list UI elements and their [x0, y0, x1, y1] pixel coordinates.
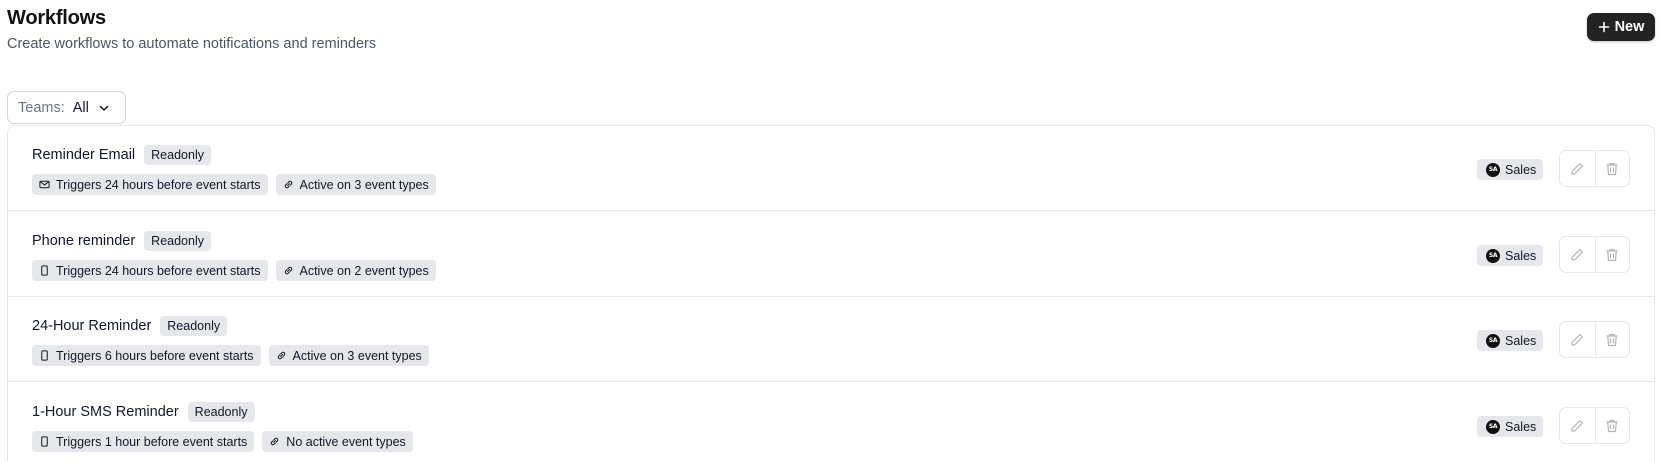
plus-icon — [1598, 21, 1609, 33]
pencil-icon — [1571, 248, 1584, 261]
trigger-chip: Triggers 6 hours before event starts — [32, 345, 261, 366]
link-icon — [277, 351, 285, 360]
trigger-text: Triggers 6 hours before event starts — [56, 348, 254, 363]
readonly-badge: Readonly — [144, 231, 211, 251]
trigger-chip: Triggers 1 hour before event starts — [32, 431, 255, 452]
row-actions — [1559, 150, 1630, 187]
pencil-icon — [1571, 333, 1584, 346]
edit-button[interactable] — [1560, 408, 1595, 443]
delete-button[interactable] — [1594, 237, 1630, 272]
trash-icon — [1606, 248, 1618, 261]
active-text: Active on 3 event types — [292, 348, 422, 363]
workflow-name[interactable]: 1-Hour SMS Reminder — [32, 404, 179, 420]
readonly-badge: Readonly — [160, 316, 228, 336]
team-avatar: SA — [1486, 419, 1500, 434]
link-icon — [284, 266, 292, 275]
active-text: No active event types — [286, 434, 406, 449]
pencil-icon — [1571, 419, 1584, 432]
row-actions — [1559, 321, 1630, 358]
workflow-row[interactable]: 24-Hour Reminder Readonly Triggers 6 hou… — [8, 297, 1654, 382]
page-title: Workflows — [7, 7, 106, 29]
new-button-label: New — [1614, 19, 1645, 35]
new-workflow-button[interactable]: New — [1587, 13, 1655, 41]
trigger-text: Triggers 1 hour before event starts — [56, 434, 248, 449]
active-event-types-chip: Active on 3 event types — [268, 345, 429, 366]
team-avatar: SA — [1486, 333, 1500, 348]
team-avatar: SA — [1486, 248, 1500, 263]
team-name: Sales — [1505, 162, 1537, 177]
delete-button[interactable] — [1594, 322, 1630, 357]
workflow-list: Reminder Email Readonly Triggers 24 hour… — [7, 125, 1655, 461]
team-badge: SA Sales — [1477, 245, 1544, 266]
row-actions — [1559, 236, 1630, 273]
page-header: Workflows Create workflows to automate n… — [7, 6, 376, 53]
link-icon — [284, 180, 292, 189]
phone-icon — [41, 265, 48, 276]
readonly-badge: Readonly — [144, 145, 211, 165]
workflow-row[interactable]: Reminder Email Readonly Triggers 24 hour… — [8, 126, 1654, 211]
page-subtitle: Create workflows to automate notificatio… — [7, 36, 377, 52]
active-event-types-chip: Active on 3 event types — [275, 174, 436, 195]
teams-filter-dropdown[interactable]: Teams: All — [7, 91, 126, 124]
trigger-chip: Triggers 24 hours before event starts — [32, 260, 268, 281]
trash-icon — [1606, 419, 1618, 432]
readonly-badge: Readonly — [187, 402, 255, 422]
row-actions — [1559, 407, 1630, 444]
phone-icon — [41, 350, 48, 361]
active-event-types-chip: No active event types — [262, 431, 413, 452]
active-text: Active on 3 event types — [299, 177, 429, 192]
workflow-name[interactable]: 24-Hour Reminder — [32, 318, 151, 334]
trash-icon — [1606, 333, 1618, 346]
teams-filter-label: Teams: — [18, 99, 65, 116]
mail-icon — [39, 180, 50, 189]
team-name: Sales — [1505, 333, 1537, 348]
active-event-types-chip: Active on 2 event types — [275, 260, 436, 281]
pencil-icon — [1571, 162, 1584, 175]
trigger-text: Triggers 24 hours before event starts — [56, 263, 261, 278]
workflow-row[interactable]: 1-Hour SMS Reminder Readonly Triggers 1 … — [8, 383, 1654, 461]
team-avatar: SA — [1486, 162, 1500, 177]
trash-icon — [1606, 162, 1618, 175]
phone-icon — [41, 436, 48, 447]
delete-button[interactable] — [1594, 408, 1630, 443]
trigger-chip: Triggers 24 hours before event starts — [32, 174, 268, 195]
teams-filter-value: All — [72, 99, 89, 116]
team-badge: SA Sales — [1477, 330, 1544, 351]
team-badge: SA Sales — [1477, 416, 1544, 437]
workflow-name[interactable]: Reminder Email — [32, 147, 135, 163]
team-name: Sales — [1505, 419, 1537, 434]
edit-button[interactable] — [1560, 151, 1595, 186]
delete-button[interactable] — [1594, 151, 1630, 186]
edit-button[interactable] — [1560, 237, 1595, 272]
workflow-name[interactable]: Phone reminder — [32, 233, 135, 249]
active-text: Active on 2 event types — [299, 263, 429, 278]
edit-button[interactable] — [1560, 322, 1595, 357]
team-badge: SA Sales — [1477, 159, 1544, 180]
team-name: Sales — [1505, 248, 1537, 263]
chevron-down-icon — [99, 105, 109, 111]
workflow-row[interactable]: Phone reminder Readonly Triggers 24 hour… — [8, 212, 1654, 297]
link-icon — [271, 437, 279, 446]
trigger-text: Triggers 24 hours before event starts — [56, 177, 261, 192]
